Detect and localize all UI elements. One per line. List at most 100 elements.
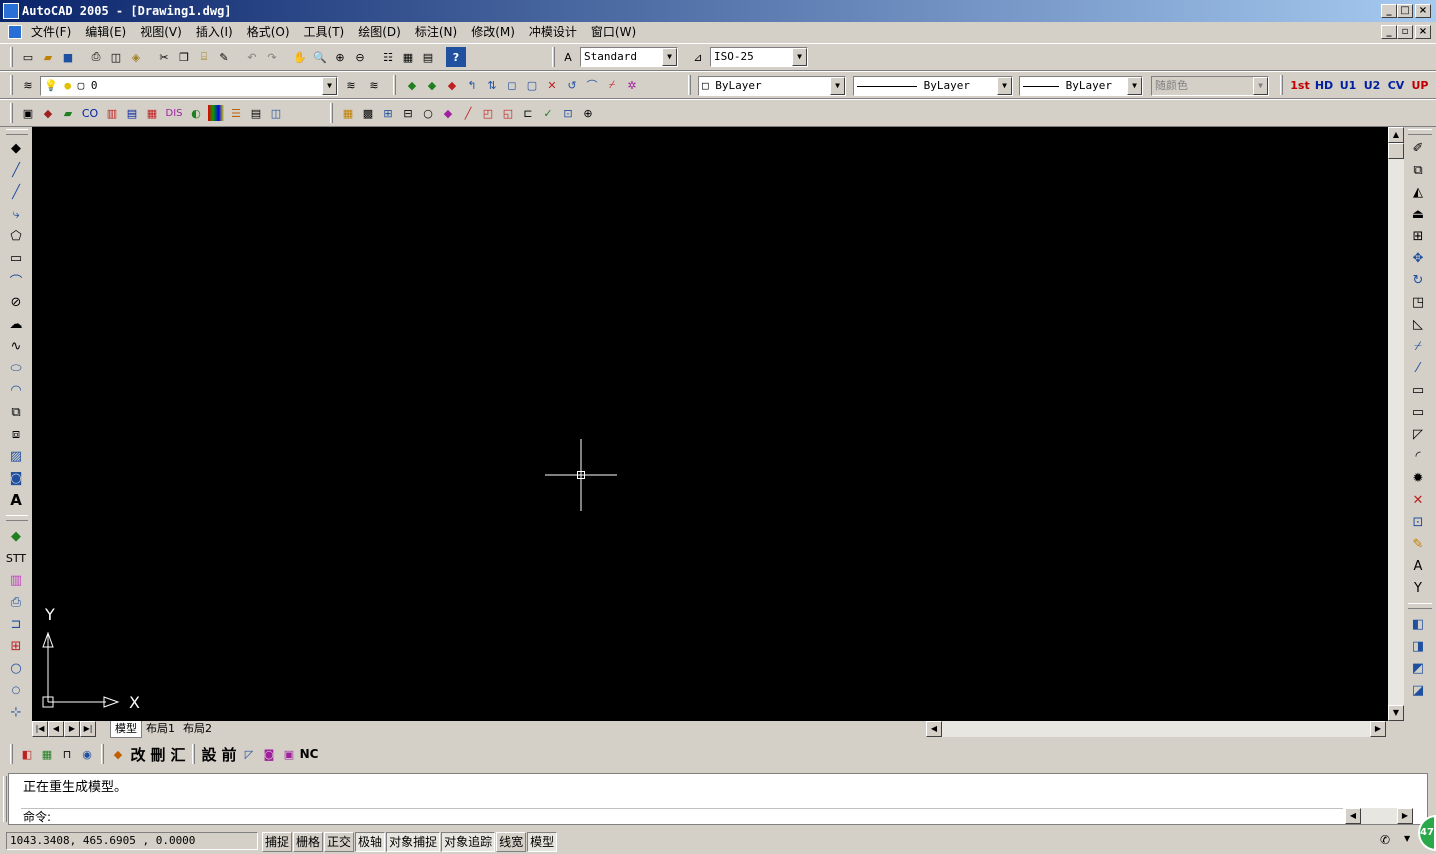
custom-tool-6-icon[interactable]: ◻ <box>502 75 522 95</box>
dis-button[interactable]: DIS <box>162 103 186 123</box>
bottom-tool-3-icon[interactable]: ⊓ <box>57 744 77 764</box>
dim-style-select[interactable]: ISO-25 ▼ <box>710 47 808 67</box>
polyline-icon[interactable]: ⤷ <box>4 203 28 225</box>
status-toggle-7[interactable]: 模型 <box>527 832 558 852</box>
point-icon[interactable]: ◆ <box>4 137 28 159</box>
co-button[interactable]: CO <box>78 103 102 123</box>
custom-tool-8-icon[interactable]: ✕ <box>542 75 562 95</box>
tab-model[interactable]: 模型 <box>110 721 142 738</box>
tool-palettes-icon[interactable]: ▤ <box>418 47 438 67</box>
scroll-thumb[interactable] <box>1388 143 1404 159</box>
setup-char-button[interactable]: 設 <box>199 744 219 764</box>
tool-r-icon[interactable]: ╱ <box>458 103 478 123</box>
draw-order-above-icon[interactable]: ◩ <box>1406 657 1430 679</box>
bottom-tool-4-icon[interactable]: ◉ <box>77 744 97 764</box>
mtext-icon[interactable]: A <box>4 489 28 511</box>
dim-style-icon[interactable]: ⊿ <box>688 47 708 67</box>
first-tab-icon[interactable]: |◀ <box>32 721 48 737</box>
print-preview-icon[interactable]: ◫ <box>106 47 126 67</box>
zoom-previous-icon[interactable]: ⊖ <box>350 47 370 67</box>
toolbar-grip[interactable] <box>6 515 28 521</box>
minimize-icon[interactable]: _ <box>1381 4 1397 18</box>
toolbar-grip[interactable] <box>10 75 13 95</box>
tool-b-icon[interactable]: ◆ <box>38 103 58 123</box>
horizontal-scrollbar[interactable]: ◀ ▶ <box>926 721 1386 737</box>
custom-u1-button[interactable]: U1 <box>1336 75 1360 95</box>
help-icon[interactable]: ? <box>446 47 466 67</box>
toolbar-grip[interactable] <box>6 129 28 135</box>
toolbar-grip[interactable] <box>330 103 333 123</box>
bottom-tool-8-icon[interactable]: ▣ <box>279 744 299 764</box>
rotate-icon[interactable]: ↻ <box>1406 269 1430 291</box>
tool-o-icon[interactable]: ⊟ <box>398 103 418 123</box>
circle-icon[interactable]: ⊘ <box>4 291 28 313</box>
status-menu-icon[interactable]: ▼ <box>1404 834 1410 843</box>
command-grip[interactable] <box>3 776 7 822</box>
match-properties-icon[interactable]: ✎ <box>214 47 234 67</box>
custom-left-8-icon[interactable]: ⊹ <box>4 701 28 723</box>
custom-right-3-icon[interactable]: ✎ <box>1406 533 1430 555</box>
tool-x-icon[interactable]: ⊕ <box>578 103 598 123</box>
offset-icon[interactable]: ⏏ <box>1406 203 1430 225</box>
menu-view[interactable]: 视图(V) <box>133 22 189 42</box>
open-file-icon[interactable]: ▰ <box>38 47 58 67</box>
line-icon[interactable]: ╱ <box>4 159 28 181</box>
stretch-icon[interactable]: ◺ <box>1406 313 1430 335</box>
print-icon[interactable]: ⎙ <box>86 47 106 67</box>
custom-u2-button[interactable]: U2 <box>1360 75 1384 95</box>
tab-layout2[interactable]: 布局2 <box>179 721 216 737</box>
doc-minimize-icon[interactable]: _ <box>1381 25 1397 39</box>
bottom-tool-1-icon[interactable]: ◧ <box>17 744 37 764</box>
tool-g-icon[interactable]: ◐ <box>186 103 206 123</box>
make-object-layer-current-icon[interactable]: ≋ <box>341 75 361 95</box>
scroll-left-icon[interactable]: ◀ <box>1345 808 1361 824</box>
nc-button[interactable]: NC <box>299 744 319 764</box>
menu-window[interactable]: 窗口(W) <box>584 22 643 42</box>
save-icon[interactable]: ■ <box>58 47 78 67</box>
custom-tool-11-icon[interactable]: ⌿ <box>602 75 622 95</box>
toolbar-grip[interactable] <box>688 75 691 95</box>
tool-s-icon[interactable]: ◰ <box>478 103 498 123</box>
design-center-icon[interactable]: ▦ <box>398 47 418 67</box>
toolbar-grip[interactable] <box>101 744 104 764</box>
tool-d-icon[interactable]: ▥ <box>102 103 122 123</box>
mirror-icon[interactable]: ◭ <box>1406 181 1430 203</box>
scale-icon[interactable]: ◳ <box>1406 291 1430 313</box>
toolbar-grip[interactable] <box>192 744 195 764</box>
custom-up-button[interactable]: UP <box>1408 75 1432 95</box>
layer-previous-icon[interactable]: ≋ <box>364 75 384 95</box>
color-select[interactable]: □ ByLayer ▼ <box>698 76 846 96</box>
copy-icon[interactable]: ❐ <box>174 47 194 67</box>
drawing-canvas[interactable]: X Y <box>32 127 1388 721</box>
status-toggle-4[interactable]: 对象捕捉 <box>386 832 441 852</box>
custom-tool-12-icon[interactable]: ✲ <box>622 75 642 95</box>
ellipse-icon[interactable]: ⬭ <box>4 357 28 379</box>
custom-left-6-icon[interactable]: ○ <box>4 657 28 679</box>
chevron-down-icon[interactable]: ▼ <box>322 77 337 95</box>
spline-icon[interactable]: ∿ <box>4 335 28 357</box>
break-at-point-icon[interactable]: ▭ <box>1406 379 1430 401</box>
fillet-icon[interactable]: ◜ <box>1406 445 1430 467</box>
menu-dimension[interactable]: 标注(N) <box>408 22 464 42</box>
menu-modify[interactable]: 修改(M) <box>464 22 522 42</box>
close-icon[interactable]: × <box>1415 4 1431 18</box>
layer-manager-icon[interactable]: ≋ <box>18 75 38 95</box>
draw-order-back-icon[interactable]: ◨ <box>1406 635 1430 657</box>
toolbar-grip[interactable] <box>1408 129 1432 135</box>
tool-e-icon[interactable]: ▤ <box>122 103 142 123</box>
comm-center-icon[interactable]: ✆ <box>1380 833 1390 847</box>
menu-tools[interactable]: 工具(T) <box>297 22 352 42</box>
vertical-scrollbar[interactable]: ▲ ▼ <box>1388 127 1404 721</box>
menu-insert[interactable]: 插入(I) <box>189 22 240 42</box>
coordinates-display[interactable]: 1043.3408, 465.6905 , 0.0000 <box>6 832 258 850</box>
custom-left-7-icon[interactable]: ○ <box>4 679 28 701</box>
doc-restore-icon[interactable]: ▫ <box>1397 25 1413 39</box>
doc-close-icon[interactable]: × <box>1415 25 1431 39</box>
stt-button[interactable]: STT <box>4 547 28 569</box>
draw-order-front-icon[interactable]: ◧ <box>1406 613 1430 635</box>
custom-tool-1-icon[interactable]: ◆ <box>402 75 422 95</box>
properties-icon[interactable]: ☷ <box>378 47 398 67</box>
custom-tool-7-icon[interactable]: ▢ <box>522 75 542 95</box>
scroll-up-icon[interactable]: ▲ <box>1388 127 1404 143</box>
custom-tool-9-icon[interactable]: ↺ <box>562 75 582 95</box>
